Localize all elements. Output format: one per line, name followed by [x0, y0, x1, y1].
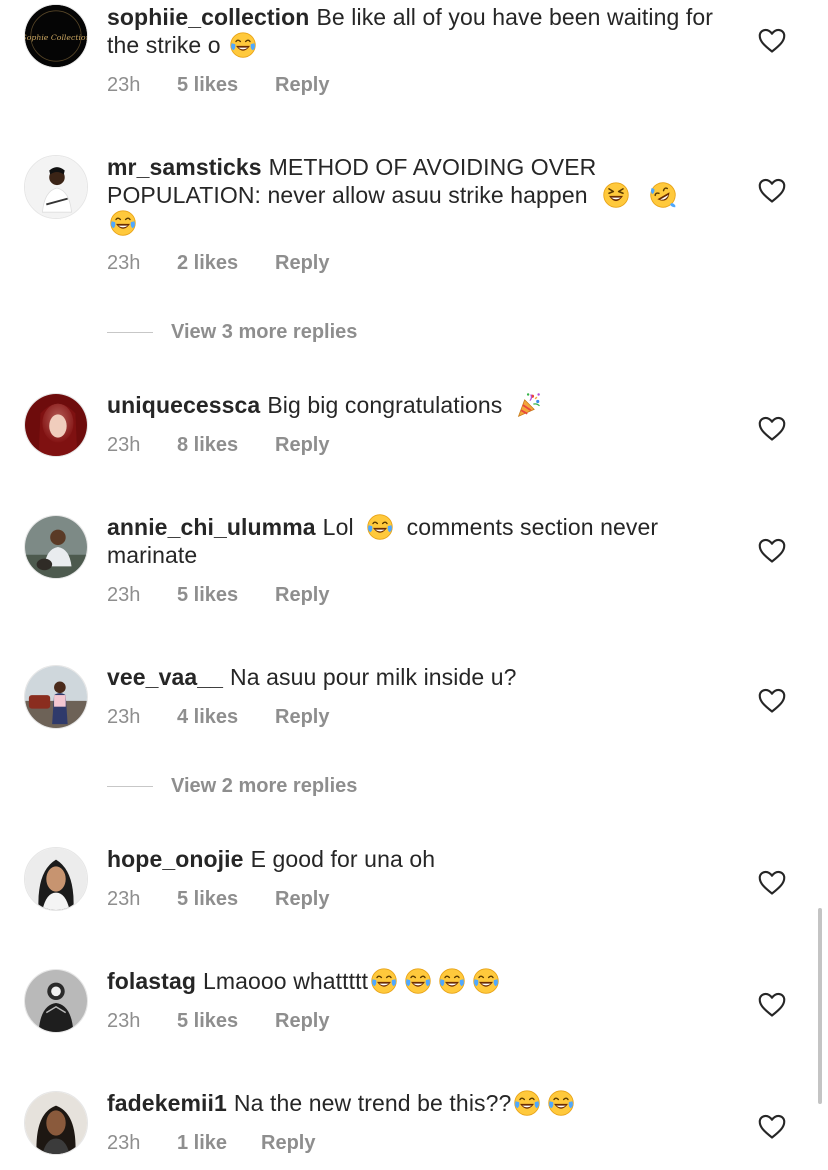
comment-likes[interactable]: 5 likes — [177, 73, 275, 97]
divider-line — [107, 786, 153, 787]
comment-time: 23h — [107, 706, 141, 728]
comment-time: 23h — [107, 434, 141, 456]
comment-meta: 23h 2 likes Reply — [107, 251, 329, 275]
comment-meta: 23h 5 likes Reply — [107, 73, 329, 97]
comment-text: annie_chi_ulumma Lol comments section nev… — [107, 513, 717, 569]
laughing-emoji-icon — [602, 181, 630, 209]
joy-emoji-icon — [547, 1089, 575, 1117]
joy-emoji-icon — [229, 31, 257, 59]
avatar[interactable]: Sophie Collection — [24, 4, 88, 68]
comment-username[interactable]: folastag — [107, 968, 196, 994]
heart-outline-icon[interactable] — [758, 177, 786, 205]
comment-meta: 23h 5 likes Reply — [107, 887, 329, 911]
joy-emoji-icon — [438, 967, 466, 995]
avatar[interactable] — [24, 969, 88, 1033]
avatar[interactable] — [24, 393, 88, 457]
comment-body: E good for una oh — [250, 846, 436, 872]
view-more-replies[interactable]: View 2 more replies — [107, 775, 357, 798]
comment-likes[interactable]: 2 likes — [177, 251, 275, 275]
comment-text: mr_samsticks METHOD OF AVOIDING OVER POPU… — [107, 153, 717, 237]
comment-likes[interactable]: 5 likes — [177, 887, 275, 911]
reply-button[interactable]: Reply — [275, 583, 329, 607]
comment-text: folastag Lmaooo whattttt — [107, 967, 717, 995]
comment-meta: 23h 5 likes Reply — [107, 1009, 329, 1033]
joy-emoji-icon — [370, 967, 398, 995]
comment-likes[interactable]: 5 likes — [177, 1009, 275, 1033]
comment-text: sophiie_collection Be like all of you hav… — [107, 3, 717, 59]
comment-meta: 23h 1 like Reply — [107, 1131, 315, 1155]
comment-likes[interactable]: 4 likes — [177, 705, 275, 729]
comment-likes[interactable]: 5 likes — [177, 583, 275, 607]
comment-username[interactable]: mr_samsticks — [107, 154, 262, 180]
heart-outline-icon[interactable] — [758, 869, 786, 897]
reply-button[interactable]: Reply — [275, 705, 329, 729]
comment-username[interactable]: sophiie_collection — [107, 4, 309, 30]
comment-username[interactable]: uniquecessca — [107, 392, 260, 418]
joy-emoji-icon — [404, 967, 432, 995]
comment-text: vee_vaa__ Na asuu pour milk inside u? — [107, 663, 717, 691]
comment-username[interactable]: annie_chi_ulumma — [107, 514, 316, 540]
comment-text: hope_onojie E good for una oh — [107, 845, 717, 873]
heart-outline-icon[interactable] — [758, 537, 786, 565]
avatar[interactable] — [24, 847, 88, 911]
heart-outline-icon[interactable] — [758, 27, 786, 55]
avatar[interactable] — [24, 665, 88, 729]
comment-body: Big big congratulations — [267, 392, 503, 418]
divider-line — [107, 332, 153, 333]
avatar[interactable] — [24, 155, 88, 219]
view-replies-label[interactable]: View 3 more replies — [171, 321, 357, 344]
joy-emoji-icon — [109, 209, 137, 237]
comment-text: uniquecessca Big big congratulations — [107, 391, 717, 419]
heart-outline-icon[interactable] — [758, 1113, 786, 1141]
comment-meta: 23h 8 likes Reply — [107, 433, 329, 457]
avatar[interactable] — [24, 1091, 88, 1155]
reply-button[interactable]: Reply — [275, 887, 329, 911]
party-popper-emoji-icon — [515, 391, 543, 419]
scrollbar[interactable] — [818, 908, 822, 1104]
rofl-emoji-icon — [649, 181, 677, 209]
comment-username[interactable]: fadekemii1 — [107, 1090, 227, 1116]
comment-meta: 23h 5 likes Reply — [107, 583, 329, 607]
heart-outline-icon[interactable] — [758, 687, 786, 715]
reply-button[interactable]: Reply — [275, 251, 329, 275]
view-replies-label[interactable]: View 2 more replies — [171, 775, 357, 798]
comment-body: Lol — [322, 514, 354, 540]
joy-emoji-icon — [472, 967, 500, 995]
comment-username[interactable]: hope_onojie — [107, 846, 244, 872]
comment-time: 23h — [107, 584, 141, 606]
heart-outline-icon[interactable] — [758, 991, 786, 1019]
comment-body: Na asuu pour milk inside u? — [230, 664, 517, 690]
reply-button[interactable]: Reply — [275, 1009, 329, 1033]
reply-button[interactable]: Reply — [275, 433, 329, 457]
reply-button[interactable]: Reply — [275, 73, 329, 97]
comment-username[interactable]: vee_vaa__ — [107, 664, 223, 690]
comment-time: 23h — [107, 74, 141, 96]
comment-time: 23h — [107, 888, 141, 910]
avatar-logo-text: Sophie Collection — [25, 33, 87, 42]
joy-emoji-icon — [366, 513, 394, 541]
joy-emoji-icon — [513, 1089, 541, 1117]
avatar[interactable] — [24, 515, 88, 579]
heart-outline-icon[interactable] — [758, 415, 786, 443]
comment-time: 23h — [107, 1132, 141, 1154]
comment-body: Na the new trend be this?? — [233, 1090, 512, 1116]
comment-meta: 23h 4 likes Reply — [107, 705, 329, 729]
comment-likes[interactable]: 8 likes — [177, 433, 275, 457]
comment-likes[interactable]: 1 like — [177, 1131, 261, 1155]
view-more-replies[interactable]: View 3 more replies — [107, 321, 357, 344]
comment-time: 23h — [107, 252, 141, 274]
comment-text: fadekemii1 Na the new trend be this?? — [107, 1089, 717, 1117]
comment-time: 23h — [107, 1010, 141, 1032]
reply-button[interactable]: Reply — [261, 1131, 315, 1155]
comment-body: Lmaooo whattttt — [202, 968, 369, 994]
